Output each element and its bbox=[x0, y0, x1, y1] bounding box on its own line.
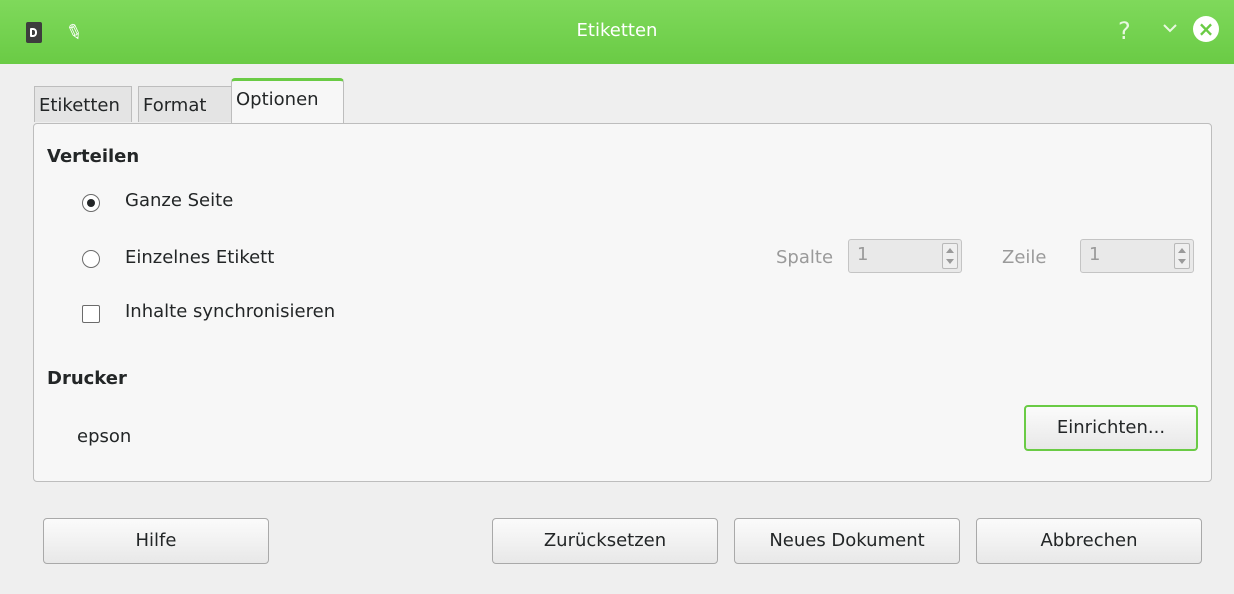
close-icon[interactable]: × bbox=[1193, 16, 1219, 42]
chevron-down-icon[interactable] bbox=[1160, 18, 1180, 38]
reset-button[interactable]: Zurücksetzen bbox=[492, 518, 718, 564]
tab-optionen[interactable]: Optionen bbox=[231, 78, 344, 125]
options-panel: Verteilen Ganze Seite Einzelnes Etikett … bbox=[33, 123, 1212, 482]
whole-page-label[interactable]: Ganze Seite bbox=[125, 190, 233, 211]
column-value: 1 bbox=[857, 244, 869, 265]
sync-contents-checkbox[interactable] bbox=[82, 305, 100, 323]
title-bar: ✎ Etiketten ? × bbox=[0, 0, 1234, 64]
row-label: Zeile bbox=[1002, 247, 1047, 268]
single-label-label[interactable]: Einzelnes Etikett bbox=[125, 247, 274, 268]
tab-etiketten[interactable]: Etiketten bbox=[34, 86, 132, 122]
printer-setup-button[interactable]: Einrichten... bbox=[1024, 405, 1198, 451]
sync-contents-label[interactable]: Inhalte synchronisieren bbox=[125, 301, 335, 322]
column-label: Spalte bbox=[776, 247, 834, 268]
tab-label: Format bbox=[143, 95, 207, 116]
tab-label: Etiketten bbox=[39, 95, 120, 116]
tab-label: Optionen bbox=[236, 89, 319, 110]
printer-name: epson bbox=[77, 426, 132, 447]
printer-heading: Drucker bbox=[47, 368, 127, 389]
cancel-button[interactable]: Abbrechen bbox=[976, 518, 1202, 564]
help-button[interactable]: Hilfe bbox=[43, 518, 269, 564]
help-icon[interactable]: ? bbox=[1118, 17, 1131, 45]
window-title: Etiketten bbox=[576, 20, 658, 41]
row-spinbox[interactable]: 1 bbox=[1080, 239, 1194, 273]
row-stepper-arrows[interactable] bbox=[1174, 243, 1190, 269]
whole-page-radio[interactable] bbox=[82, 194, 100, 212]
distribution-heading: Verteilen bbox=[47, 146, 140, 167]
column-stepper-arrows[interactable] bbox=[942, 243, 958, 269]
column-spinbox[interactable]: 1 bbox=[848, 239, 962, 273]
tab-format[interactable]: Format bbox=[138, 86, 234, 122]
row-value: 1 bbox=[1089, 244, 1101, 265]
single-label-radio[interactable] bbox=[82, 250, 100, 268]
new-document-button[interactable]: Neues Dokument bbox=[734, 518, 960, 564]
